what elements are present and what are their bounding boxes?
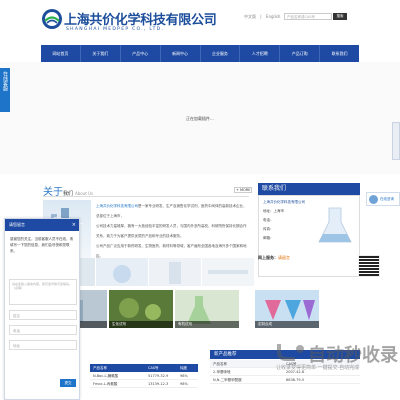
name-field[interactable]: 姓名 [9,310,77,320]
chat-title: 请您留言 [9,222,25,227]
contact-phone: 电话： [263,218,274,222]
nav-item-products[interactable]: 产品中心 [121,45,161,62]
nav-item-contact[interactable]: 联系我们 [320,45,359,62]
contact-fax: 传真： [263,227,274,231]
right-float-tab[interactable] [392,122,400,160]
nav-item-home[interactable]: 网站首页 [41,45,81,62]
flask-illustration-icon [318,207,352,243]
contact-address: 地址：上海市 [263,209,284,213]
chat-message: 感谢您的关注，当前客服人员不在线，请填写一下您的信息，我们会尽快和您联系。 [10,237,73,253]
address-field[interactable]: 地址 [9,340,77,350]
search-button[interactable]: 搜索 [333,13,347,20]
search-input[interactable]: 产品名称或CAS号 [284,13,332,20]
product-card[interactable]: 有机试剂 [175,290,239,328]
chat-header: 请您留言 × [5,219,79,231]
product-photo-3[interactable] [149,258,201,286]
product-card[interactable]: 生化试剂 [109,290,173,328]
chat-widget: 请您留言 × 感谢您的关注，当前客服人员不在线，请填写一下您的信息，我们会尽快和… [4,218,80,400]
close-icon[interactable]: × [72,219,76,231]
online-consult-label: 在线咨询 [380,197,394,201]
table-row[interactable]: N-Boc-L-脯氨酸 51779-32-9 98% [90,372,198,380]
cell-name: 2-甲基咪唑 [213,370,231,374]
send-button[interactable]: 提交 [60,379,76,387]
col-header-name: 产品名称 [93,366,107,370]
lang-cn-link[interactable]: 中文版 [244,14,256,19]
product-caption: 生化试剂 [109,321,173,328]
product-card[interactable]: 定制合成 [255,290,319,328]
left-service-tab[interactable]: 在线客服 [0,68,10,112]
cell-name: N,N-二甲基甲酰胺 [213,378,242,382]
watermark: 自动秒收录 让收录变得更简单·一键提交·自动完成 [268,336,400,376]
about-para-2: 公司技术力量雄厚，拥有一大批经验丰富的研发人员，与国内外多所高校、科研院所保持长… [96,224,247,238]
contact-company: 上海共价化学科技有限公司 [263,200,305,204]
contact-online-link[interactable]: 请留言 [278,255,290,260]
product-photo-2[interactable] [96,258,148,286]
about-para-1: 上海共价化学科技有限公司是一家专业研发、生产及销售化学试剂、医药中间体的高新技术… [96,201,248,221]
contact-online-label: 网上服务： [258,255,278,260]
col-header-name: 产品名称 [213,362,227,366]
product-photo-4[interactable] [202,258,254,286]
lang-separator: | [260,14,262,19]
nav-item-order[interactable]: 产品订购 [280,45,321,62]
about-divider [43,196,249,197]
product-caption: 有机试剂 [175,321,239,328]
col-header-cas: CAS号 [148,366,159,370]
table-row[interactable]: Fmoc-L-丙氨酸 13139-12-3 98% [90,380,198,388]
nav-item-news[interactable]: 新闻中心 [161,45,201,62]
company-name-en: SHANGHAI MEDPEP CO., LTD. [66,27,165,32]
cell-cas: 6638-79-5 [286,378,305,382]
about-more-link[interactable]: + MORE [234,187,253,193]
watermark-logo-icon [277,344,304,361]
left-service-label: 在线客服 [2,71,8,91]
cell-purity: 98% [180,382,188,386]
phone-field[interactable]: 电话 [9,325,77,335]
main-nav: 网站首页 关于我们 产品中心 新闻中心 企业服务 人才招聘 产品订购 联系我们 [41,45,359,62]
product-table: 产品名称 CAS号 纯度 N-Boc-L-脯氨酸 51779-32-9 98% … [90,364,198,388]
nav-item-about[interactable]: 关于我们 [81,45,121,62]
nav-item-services[interactable]: 企业服务 [201,45,241,62]
contact-panel: 上海共价化学科技有限公司 地址：上海市 电话： 传真： 邮箱： [258,195,360,277]
online-consult-widget[interactable]: 在线咨询 [366,192,400,206]
about-company-link[interactable]: 上海共价化学科技有限公司 [96,204,138,208]
site-header: 上海共价化学科技有限公司 SHANGHAI MEDPEP CO., LTD. 中… [0,0,400,42]
product-caption: 定制合成 [255,321,319,328]
language-links: 中文版 | English [244,14,283,20]
cell-name: Fmoc-L-丙氨酸 [93,382,118,386]
cell-name: N-Boc-L-脯氨酸 [93,374,119,378]
table-row[interactable]: N,N-二甲基甲酰胺 6638-79-5 [210,376,360,384]
cell-purity: 98% [180,374,188,378]
about-text: 上海共价化学科技有限公司是一家专业研发、生产及销售化学试剂、医药中间体的高新技术… [96,201,248,261]
company-logo-icon[interactable] [41,8,63,30]
watermark-slogan: 让收录变得更简单·一键提交·自动完成 [276,365,360,371]
product-table-header: 产品名称 CAS号 纯度 [90,364,198,372]
company-name-cn: 上海共价化学科技有限公司 [64,13,217,28]
contact-email: 邮箱： [263,236,274,240]
cell-cas: 51779-32-9 [148,374,169,378]
qr-code-icon [358,255,380,277]
avatar [369,195,378,204]
lang-en-link[interactable]: English [266,14,280,19]
chat-form: 请在此输入留言内容，我们会尽快与您联系。（必填） 姓名 电话 地址 [9,279,77,350]
col-header-purity: 纯度 [180,366,187,370]
banner-loading-text: 正在加载插件... [186,116,214,121]
cell-cas: 13139-12-3 [148,382,169,386]
contact-heading: 联系我们 [258,183,360,195]
nav-item-jobs[interactable]: 人才招聘 [240,45,281,62]
contact-online: 网上服务：请留言 [258,255,290,261]
message-textarea[interactable]: 请在此输入留言内容，我们会尽快与您联系。（必填） [9,279,77,305]
